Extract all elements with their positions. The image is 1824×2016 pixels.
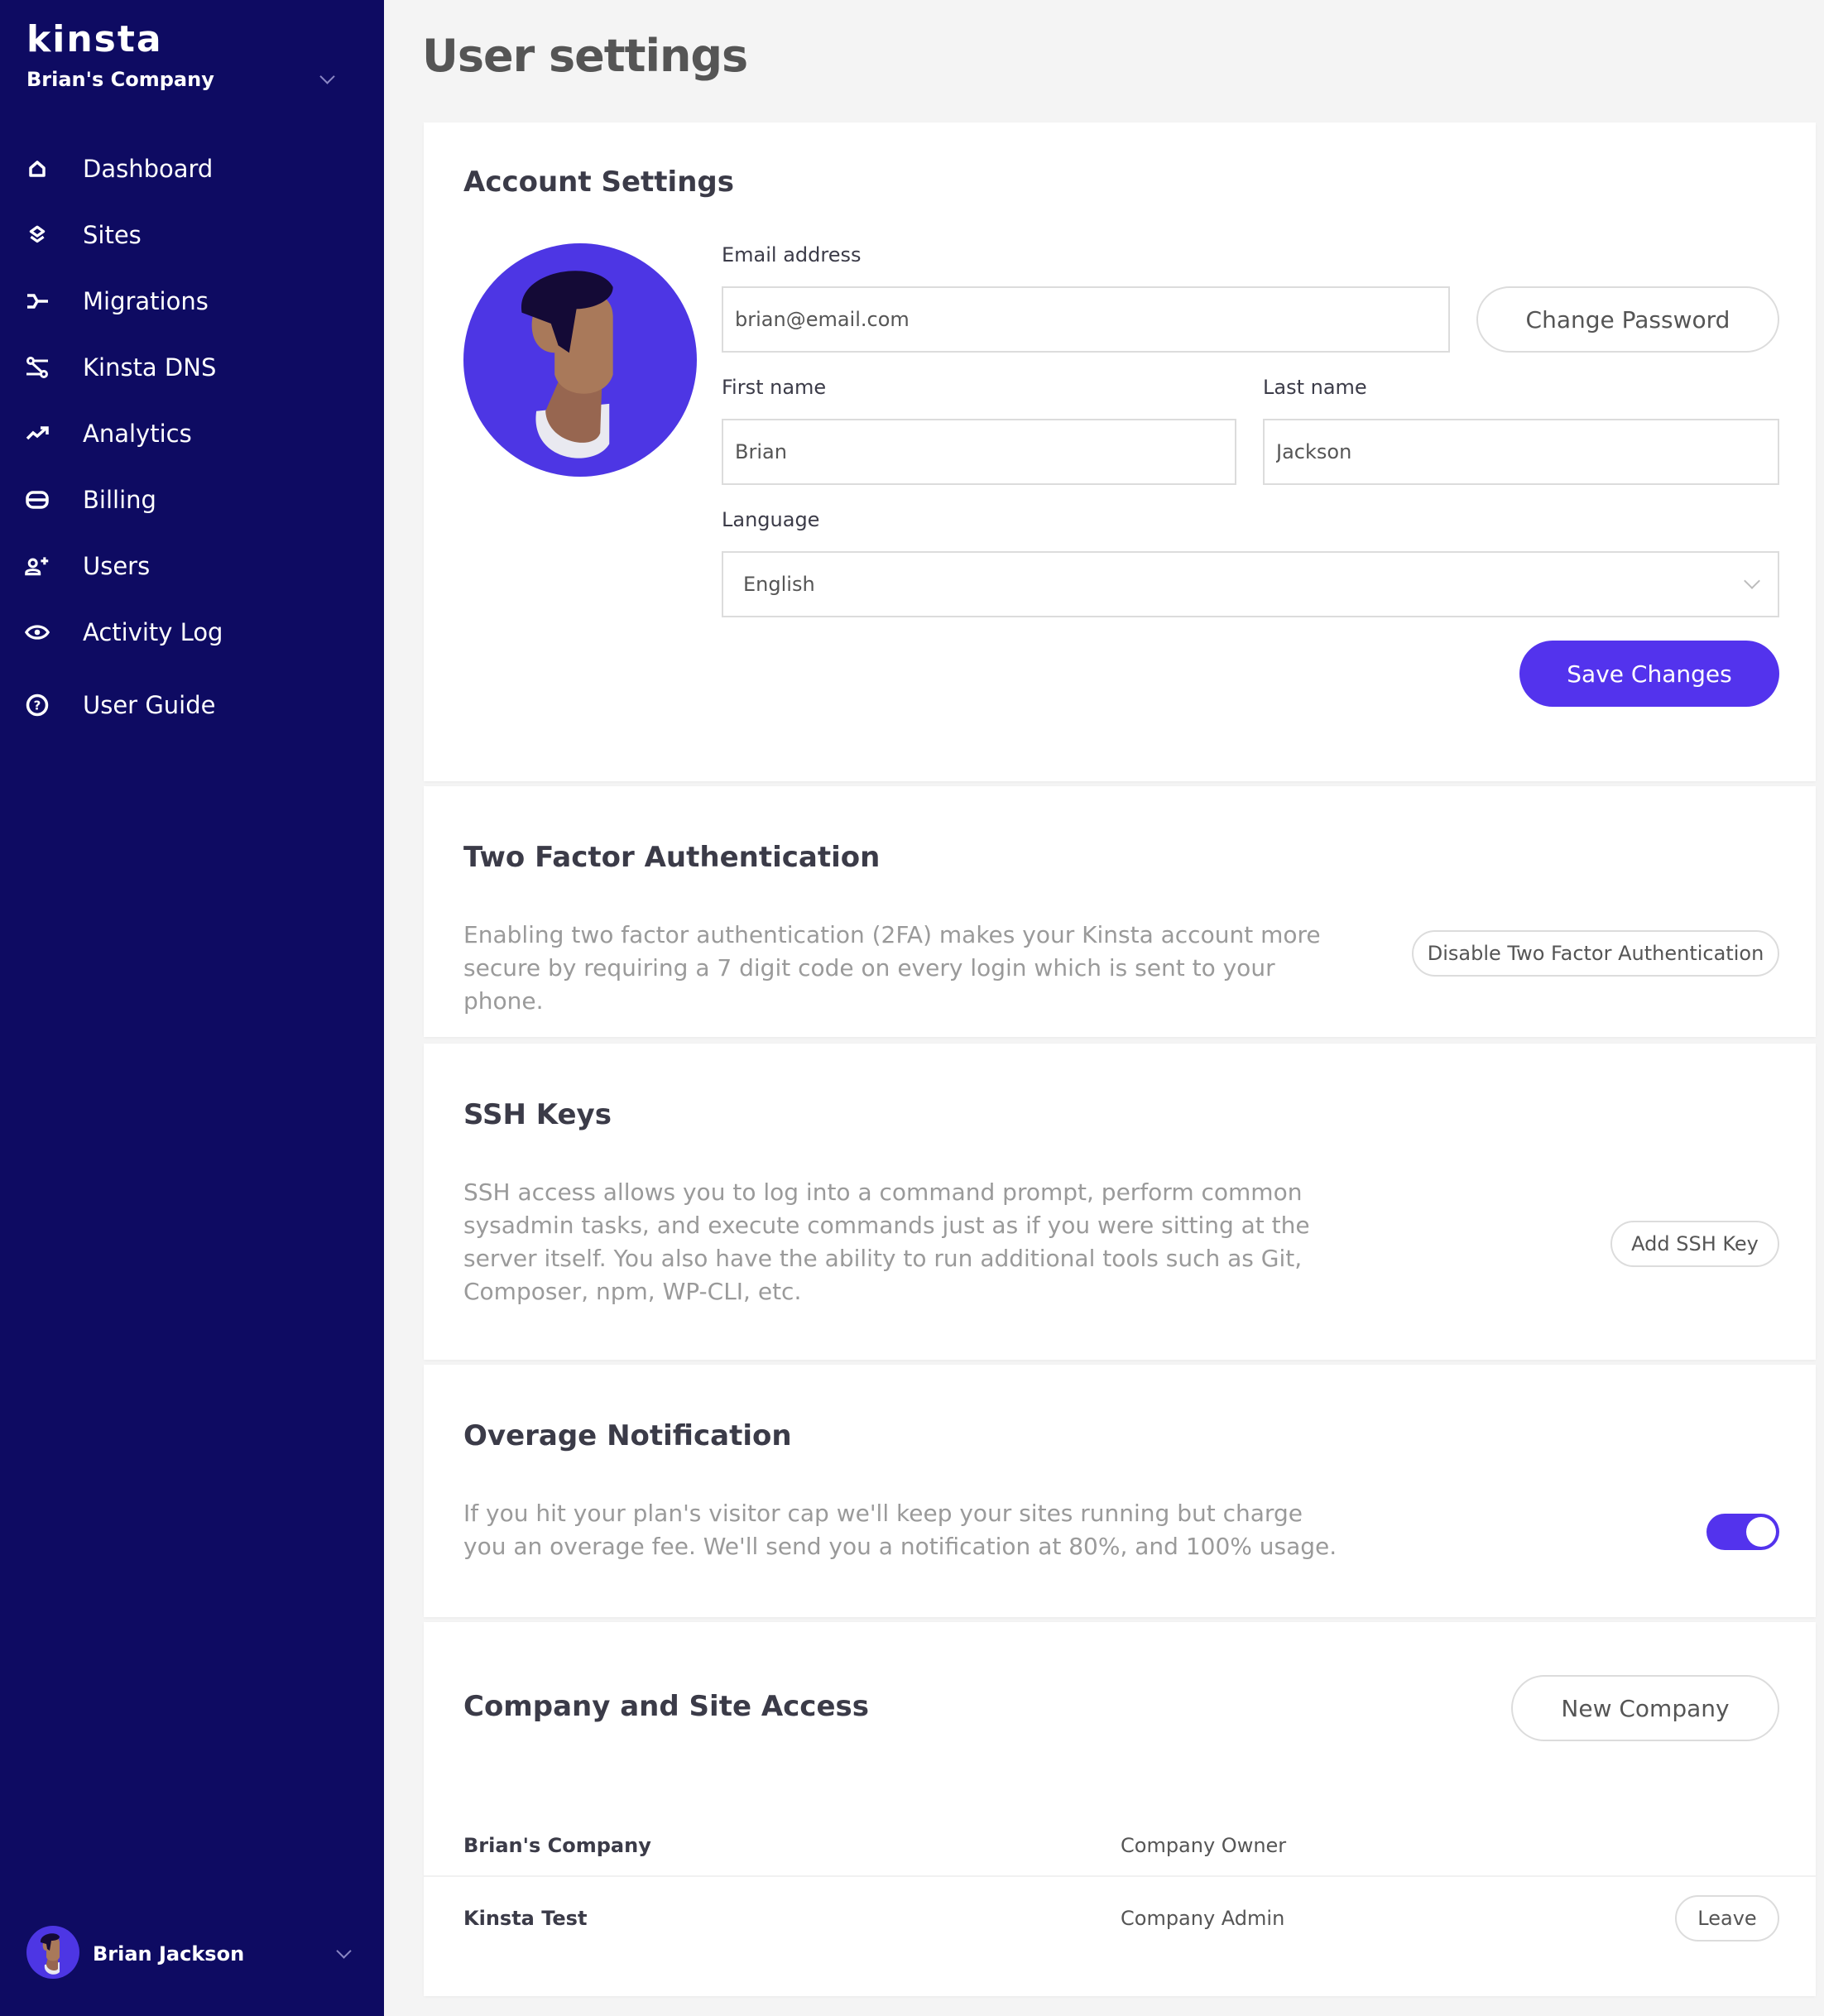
sidebar-item-label: Kinsta DNS xyxy=(83,353,217,382)
overage-toggle[interactable] xyxy=(1706,1514,1779,1550)
user-name: Brian Jackson xyxy=(93,1942,245,1966)
sidebar-item-label: Migrations xyxy=(83,287,209,315)
sidebar-item-label: User Guide xyxy=(83,691,216,719)
eye-icon xyxy=(25,620,50,645)
two-factor-description: Enabling two factor authentication (2FA)… xyxy=(463,921,1321,1015)
sidebar-item-label: Sites xyxy=(83,221,142,249)
dns-icon xyxy=(25,355,50,380)
email-label: Email address xyxy=(722,243,862,266)
sidebar-item-label: Activity Log xyxy=(83,618,223,646)
company-switcher[interactable]: Brian's Company xyxy=(26,65,335,94)
language-select[interactable]: English xyxy=(722,551,1779,617)
ssh-keys-description: SSH access allows you to log into a comm… xyxy=(463,1178,1310,1305)
add-user-icon xyxy=(25,554,50,578)
chevron-down-icon xyxy=(1744,573,1760,589)
company-access-card: Company and Site Access New Company Bria… xyxy=(424,1622,1816,1996)
save-changes-button[interactable]: Save Changes xyxy=(1519,641,1779,707)
kinsta-logo[interactable]: kinsta xyxy=(26,18,163,60)
sidebar-item-users[interactable]: Users xyxy=(0,540,384,593)
page-title: User settings xyxy=(422,30,748,82)
add-ssh-key-button[interactable]: Add SSH Key xyxy=(1610,1221,1779,1267)
billing-icon xyxy=(25,487,50,512)
toggle-knob xyxy=(1746,1517,1776,1547)
leave-company-button[interactable]: Leave xyxy=(1675,1895,1779,1942)
two-factor-card: Two Factor Authentication Enabling two f… xyxy=(424,786,1816,1037)
company-access-title: Company and Site Access xyxy=(463,1690,869,1723)
sidebar-item-activity-log[interactable]: Activity Log xyxy=(0,606,384,659)
first-name-label: First name xyxy=(722,376,827,399)
account-settings-card: Account Settings Email address Change Pa… xyxy=(424,122,1816,781)
language-label: Language xyxy=(722,508,820,531)
migrations-icon xyxy=(25,289,50,314)
profile-avatar[interactable] xyxy=(463,243,697,477)
sidebar-item-sites[interactable]: Sites xyxy=(0,209,384,262)
two-factor-title: Two Factor Authentication xyxy=(463,841,881,874)
new-company-button[interactable]: New Company xyxy=(1511,1675,1779,1741)
first-name-input[interactable] xyxy=(722,419,1236,485)
overage-description: If you hit your plan's visitor cap we'll… xyxy=(463,1500,1337,1560)
layers-icon xyxy=(25,223,50,247)
change-password-button[interactable]: Change Password xyxy=(1476,286,1779,353)
sidebar-item-analytics[interactable]: Analytics xyxy=(0,407,384,460)
company-role: Company Admin xyxy=(1121,1907,1285,1930)
account-settings-title: Account Settings xyxy=(463,166,734,199)
ssh-keys-title: SSH Keys xyxy=(463,1098,612,1131)
help-circle-icon: ? xyxy=(25,693,50,718)
chevron-down-icon xyxy=(319,68,335,84)
ssh-keys-card: SSH Keys SSH access allows you to log in… xyxy=(424,1044,1816,1360)
sidebar: kinsta Brian's Company Dashboard Sites M… xyxy=(0,0,384,2016)
trend-up-icon xyxy=(25,421,50,446)
sidebar-item-migrations[interactable]: Migrations xyxy=(0,275,384,328)
sidebar-item-label: Users xyxy=(83,552,151,580)
sidebar-item-label: Dashboard xyxy=(83,155,214,183)
company-name: Brian's Company xyxy=(463,1834,651,1857)
user-menu[interactable]: Brian Jackson xyxy=(26,1926,352,1982)
last-name-label: Last name xyxy=(1263,376,1367,399)
sidebar-item-label: Analytics xyxy=(83,420,192,448)
row-divider xyxy=(424,1875,1816,1877)
sidebar-item-dashboard[interactable]: Dashboard xyxy=(0,142,384,195)
sidebar-item-kinsta-dns[interactable]: Kinsta DNS xyxy=(0,341,384,394)
svg-text:?: ? xyxy=(34,698,41,713)
sidebar-item-billing[interactable]: Billing xyxy=(0,473,384,526)
sidebar-item-label: Billing xyxy=(83,486,156,514)
sidebar-item-user-guide[interactable]: ? User Guide xyxy=(0,679,384,732)
avatar xyxy=(26,1926,79,1982)
chevron-down-icon xyxy=(336,1942,352,1959)
overage-notification-card: Overage Notification If you hit your pla… xyxy=(424,1365,1816,1617)
overage-title: Overage Notification xyxy=(463,1419,792,1452)
company-name: Brian's Company xyxy=(26,68,214,91)
last-name-input[interactable] xyxy=(1263,419,1779,485)
home-icon xyxy=(25,156,50,181)
disable-two-factor-button[interactable]: Disable Two Factor Authentication xyxy=(1412,930,1779,977)
email-input[interactable] xyxy=(722,286,1450,353)
company-name: Kinsta Test xyxy=(463,1907,588,1930)
language-value: English xyxy=(743,573,815,596)
company-role: Company Owner xyxy=(1121,1834,1287,1857)
